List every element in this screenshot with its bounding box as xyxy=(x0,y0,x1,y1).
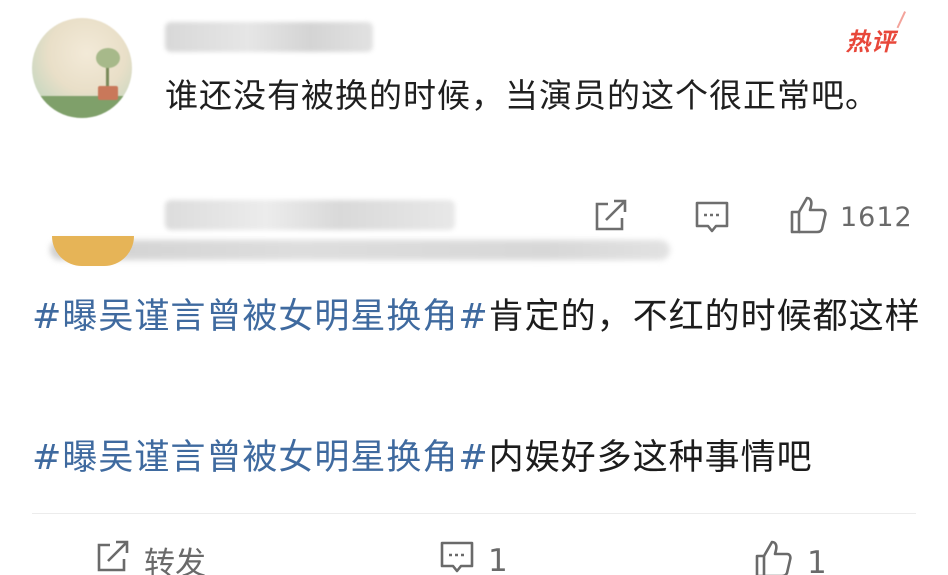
avatar-plant-leaf xyxy=(96,48,120,68)
share-icon xyxy=(592,198,630,238)
comment-button[interactable] xyxy=(693,198,731,240)
like-button[interactable]: 1612 xyxy=(788,194,913,240)
like-count: 1 xyxy=(807,545,827,575)
avatar-pot xyxy=(98,86,118,100)
comment-meta-blurred xyxy=(165,200,455,230)
share-button[interactable] xyxy=(592,198,630,238)
repost-label: 转发 xyxy=(144,546,206,575)
repost-button[interactable]: 转发 xyxy=(94,538,206,575)
username-blurred[interactable] xyxy=(165,22,373,52)
divider xyxy=(32,513,916,514)
hot-comment-card: 热评 谁还没有被换的时候，当演员的这个很正常吧。 1612 xyxy=(0,0,948,270)
comment-text: 谁还没有被换的时候，当演员的这个很正常吧。 xyxy=(165,76,879,115)
post-paragraph: #曝吴谨言曾被女明星换角#内娱好多这种事情吧 xyxy=(32,430,922,486)
thumbs-up-icon xyxy=(788,194,830,240)
share-icon xyxy=(94,539,132,575)
avatar[interactable] xyxy=(32,18,132,118)
comment-icon xyxy=(438,538,476,575)
thumbs-up-icon xyxy=(753,538,795,575)
comment-icon xyxy=(693,198,731,240)
scrolled-comment-ghost xyxy=(50,240,670,260)
topic-link[interactable]: #曝吴谨言曾被女明星换角# xyxy=(32,297,489,337)
like-button[interactable]: 1 xyxy=(753,538,827,575)
comment-button[interactable]: 1 xyxy=(438,538,508,575)
hot-comment-badge: 热评 xyxy=(846,22,896,57)
paragraph-text: 肯定的，不红的时候都这样 xyxy=(488,297,921,337)
topic-link[interactable]: #曝吴谨言曾被女明星换角# xyxy=(32,438,489,478)
post-paragraph: #曝吴谨言曾被女明星换角#肯定的，不红的时候都这样 xyxy=(32,289,922,345)
comment-count: 1 xyxy=(488,543,508,575)
paragraph-text: 内娱好多这种事情吧 xyxy=(488,438,813,478)
like-count: 1612 xyxy=(840,201,913,233)
